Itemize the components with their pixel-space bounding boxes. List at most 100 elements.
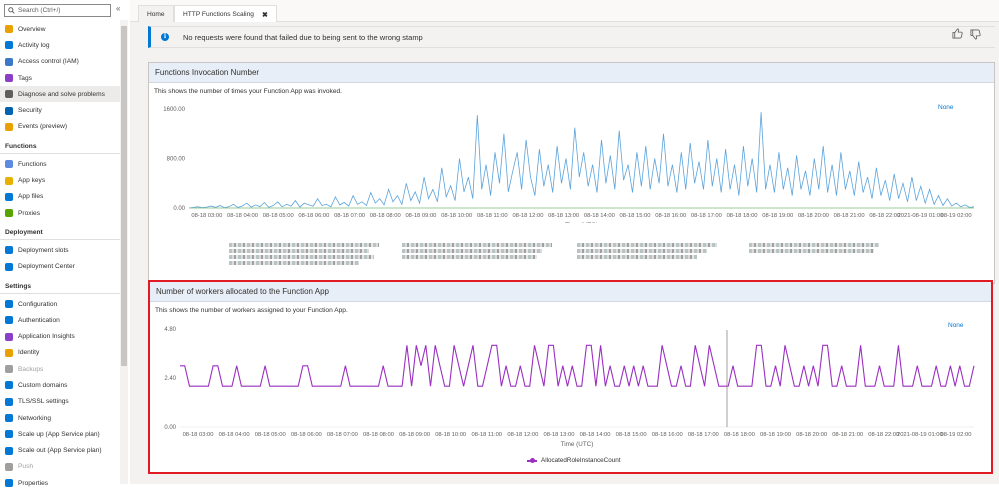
x-tick-label: 2021-08-19 01:00 — [898, 213, 944, 219]
sidebar-item-scale-up-app-service-plan[interactable]: Scale up (App Service plan) — [0, 426, 120, 442]
x-tick-label: 08-18 21:00 — [832, 432, 863, 438]
sidebar-item-label: Deployment slots — [18, 246, 69, 254]
sidebar-item-label: Identity — [18, 349, 40, 357]
sidebar-item-tls-ssl-settings[interactable]: TLS/SSL settings — [0, 394, 120, 410]
legend-entry — [229, 243, 379, 247]
sidebar-item-diagnose-and-solve-problems[interactable]: Diagnose and solve problems — [0, 86, 120, 103]
x-tick-label: 08-18 20:00 — [796, 432, 827, 438]
sidebar-section-header: Deployment — [0, 221, 120, 241]
config-icon — [5, 300, 13, 308]
sidebar-item-backups[interactable]: Backups — [0, 361, 120, 377]
info-banner: i No requests were found that failed due… — [148, 26, 995, 48]
x-tick-label: 08-18 16:00 — [655, 213, 686, 219]
sidebar-item-label: Configuration — [18, 300, 58, 308]
x-tick-label: 08-18 07:00 — [334, 213, 365, 219]
insights-icon — [5, 332, 13, 341]
bolt-icon — [5, 122, 13, 131]
x-tick-label: 08-18 04:00 — [227, 213, 258, 219]
sidebar-item-tags[interactable]: Tags — [0, 70, 120, 86]
sidebar-item-label: Access control (IAM) — [18, 58, 79, 66]
sidebar-item-events-preview[interactable]: Events (preview) — [0, 119, 120, 135]
sidebar-item-app-files[interactable]: App files — [0, 189, 120, 205]
sidebar-item-configuration[interactable]: Configuration — [0, 296, 120, 312]
sidebar-item-activity-log[interactable]: Activity log — [0, 37, 120, 53]
x-tick-label: 08-18 09:00 — [405, 213, 436, 219]
x-tick-label: 08-19 02:00 — [941, 213, 972, 219]
sidebar-item-app-keys[interactable]: App keys — [0, 172, 120, 188]
sidebar-item-overview[interactable]: Overview — [0, 21, 120, 37]
sidebar-item-label: Backups — [18, 365, 44, 373]
sidebar-item-identity[interactable]: Identity — [0, 345, 120, 361]
legend-swatch — [527, 457, 537, 463]
sidebar-item-access-control-iam[interactable]: Access control (IAM) — [0, 54, 120, 70]
x-tick-label: 2021-08-19 01:00 — [897, 432, 943, 438]
cube-icon — [5, 262, 13, 271]
x-tick-label: 08-18 03:00 — [183, 432, 214, 438]
tab-http-functions-scaling[interactable]: HTTP Functions Scaling ✖ — [174, 5, 277, 23]
sidebar-item-networking[interactable]: Networking — [0, 410, 120, 426]
x-tick-label: 08-18 06:00 — [298, 213, 329, 219]
y-tick-label: 2.40 — [164, 376, 176, 382]
identity-icon — [5, 348, 13, 357]
legend-entry — [577, 243, 717, 247]
sidebar-item-properties[interactable]: Properties — [0, 475, 120, 491]
tab-label: Home — [147, 10, 165, 18]
x-tick-label: 08-18 07:00 — [327, 432, 358, 438]
chart-legend[interactable]: AllocatedRoleInstanceCount — [527, 457, 620, 464]
search-input[interactable]: Search (Ctrl+/) — [18, 7, 60, 14]
sidebar-item-deployment-center[interactable]: Deployment Center — [0, 259, 120, 275]
domains-icon — [5, 381, 13, 390]
tab-home[interactable]: Home — [138, 5, 174, 22]
close-tab-icon[interactable]: ✖ — [262, 11, 268, 19]
info-icon: i — [161, 33, 169, 41]
sidebar-item-application-insights[interactable]: Application Insights — [0, 328, 120, 344]
sidebar-section-header: Functions — [0, 135, 120, 155]
wrench-icon — [5, 90, 13, 99]
sidebar-item-label: Proxies — [18, 209, 40, 217]
properties-icon — [5, 479, 13, 488]
sidebar-item-label: App files — [18, 193, 44, 201]
x-tick-label: 08-18 05:00 — [263, 213, 294, 219]
scaleout-icon — [5, 446, 13, 455]
sidebar: Search (Ctrl+/) « Overview Activity log Ac… — [0, 0, 120, 488]
sidebar-item-push[interactable]: Push — [0, 459, 120, 475]
sidebar-item-authentication[interactable]: Authentication — [0, 312, 120, 328]
functions-icon — [5, 160, 13, 169]
sidebar-item-custom-domains[interactable]: Custom domains — [0, 377, 120, 393]
legend-entry — [577, 249, 707, 253]
sidebar-item-functions[interactable]: Functions — [0, 156, 120, 172]
x-tick-label: 08-18 13:00 — [548, 213, 579, 219]
legend-entry — [229, 249, 369, 253]
sidebar-item-deployment-slots[interactable]: Deployment slots — [0, 242, 120, 258]
collapse-sidebar-button[interactable]: « — [116, 4, 120, 13]
x-tick-label: 08-19 02:00 — [940, 432, 971, 438]
sidebar-item-label: Deployment Center — [18, 263, 75, 271]
sidebar-item-label: Custom domains — [18, 381, 68, 389]
workers-chart: 4.80 2.40 0.00 08-18 03:00 08-18 04:00 08-18 … — [164, 327, 975, 448]
shield-icon — [5, 106, 13, 115]
x-tick-label: 08-18 08:00 — [363, 432, 394, 438]
thumbs-up-icon[interactable] — [952, 28, 963, 39]
lightning-icon — [5, 25, 13, 34]
sidebar-scroll-thumb[interactable] — [121, 26, 127, 366]
backups-icon — [5, 365, 13, 374]
azure-portal: Search (Ctrl+/) « Overview Activity log Ac… — [0, 0, 999, 488]
slots-icon — [5, 246, 13, 255]
legend-entry — [749, 243, 879, 247]
banner-message: No requests were found that failed due t… — [183, 32, 423, 42]
files-icon — [5, 192, 13, 201]
thumbs-down-icon[interactable] — [970, 29, 981, 40]
invocation-card: Functions Invocation Number This shows t… — [148, 62, 995, 284]
search-box[interactable]: Search (Ctrl+/) — [4, 4, 111, 17]
sidebar-item-label: TLS/SSL settings — [18, 398, 69, 406]
sidebar-item-proxies[interactable]: Proxies — [0, 205, 120, 221]
x-tick-label: 08-18 14:00 — [584, 213, 615, 219]
sidebar-item-label: Tags — [18, 74, 32, 82]
sidebar-item-label: Diagnose and solve problems — [18, 90, 105, 98]
sidebar-item-scale-out-app-service-plan[interactable]: Scale out (App Service plan) — [0, 443, 120, 459]
x-tick-label: 08-18 16:00 — [652, 432, 683, 438]
tag-icon — [5, 74, 13, 83]
legend-entry — [402, 243, 552, 247]
y-tick-label: 0.00 — [173, 206, 185, 212]
sidebar-item-security[interactable]: Security — [0, 102, 120, 118]
